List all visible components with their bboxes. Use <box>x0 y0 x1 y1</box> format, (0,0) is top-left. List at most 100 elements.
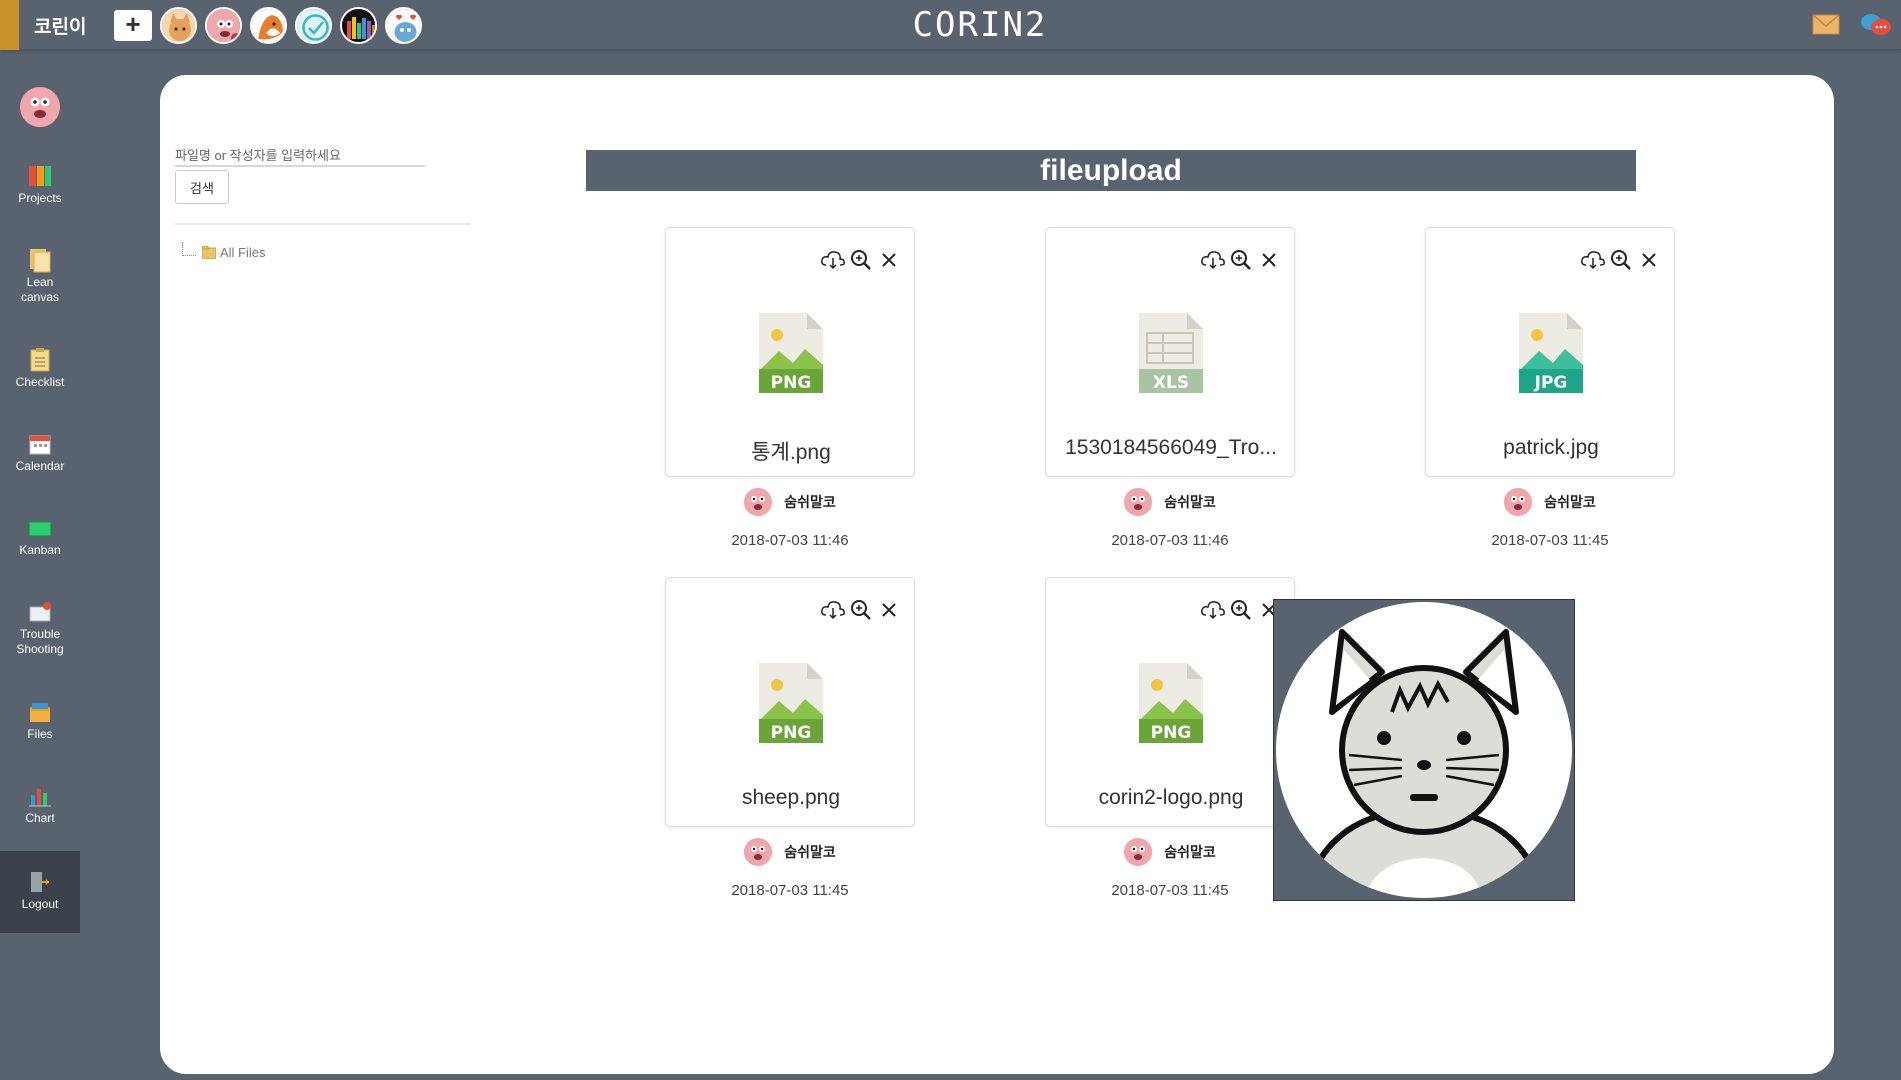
file-type-label: PNG <box>771 723 812 743</box>
image-preview[interactable] <box>1273 599 1575 901</box>
file-actions <box>820 248 902 272</box>
file-panel: 검색 All Files fileupload PNG 통계.png 숨쉬말코 … <box>160 75 1834 1074</box>
file-owner: 숨쉬말코 <box>665 488 915 516</box>
file-type-label: XLS <box>1153 373 1189 393</box>
file-actions <box>820 598 902 622</box>
member-avatar-list <box>160 7 422 44</box>
file-owner: 숨쉬말코 <box>665 838 915 866</box>
file-owner: 숨쉬말코 <box>1045 488 1295 516</box>
projects-icon <box>29 166 51 186</box>
zoom-in-icon[interactable] <box>848 598 874 622</box>
sidebar-item-checklist[interactable]: Checklist <box>0 347 80 390</box>
file-name[interactable]: 1530184566049_Tro... <box>1046 436 1296 460</box>
zoom-in-icon[interactable] <box>848 248 874 272</box>
zoom-in-icon[interactable] <box>1608 248 1634 272</box>
owner-avatar <box>744 838 773 866</box>
files-icon <box>30 703 50 722</box>
calendar-icon <box>29 435 51 455</box>
fox-avatar-icon[interactable] <box>250 7 287 44</box>
owner-name: 숨쉬말코 <box>1164 494 1216 510</box>
close-icon[interactable] <box>876 248 902 272</box>
tree-item-all-files[interactable]: All Files <box>182 241 266 260</box>
app-logo[interactable]: CORIN2 <box>905 4 1055 46</box>
close-icon[interactable] <box>876 598 902 622</box>
file-name[interactable]: patrick.jpg <box>1426 436 1676 460</box>
divider <box>175 223 471 225</box>
file-card[interactable]: JPG patrick.jpg <box>1425 227 1675 477</box>
lean-canvas-icon <box>30 249 51 273</box>
sidebar-item-projects[interactable]: Projects <box>0 163 80 206</box>
owner-avatar <box>1124 838 1153 866</box>
xls-file-icon: XLS <box>1139 313 1203 398</box>
sidebar-item-label: Checklist <box>15 375 65 389</box>
file-name[interactable]: 통계.png <box>666 436 916 466</box>
file-card[interactable]: PNG corin2-logo.png <box>1045 577 1295 827</box>
team-name[interactable]: 코린이 <box>34 12 86 39</box>
close-icon[interactable] <box>1636 248 1662 272</box>
tree-connector <box>182 241 196 256</box>
sidebar-item-calendar[interactable]: Calendar <box>0 431 80 474</box>
png-file-icon: PNG <box>759 313 823 398</box>
owner-avatar <box>1504 488 1533 516</box>
trouble-shooting-icon <box>29 602 51 622</box>
file-actions <box>1200 248 1282 272</box>
file-owner: 숨쉬말코 <box>1045 838 1295 866</box>
close-icon[interactable] <box>1256 248 1282 272</box>
download-icon[interactable] <box>820 248 846 272</box>
team-accent-strip <box>0 0 19 50</box>
cat-avatar-icon[interactable] <box>160 7 197 44</box>
file-name[interactable]: corin2-logo.png <box>1046 786 1296 810</box>
file-card[interactable]: PNG sheep.png <box>665 577 915 827</box>
download-icon[interactable] <box>1200 248 1226 272</box>
search-button[interactable]: 검색 <box>175 170 229 204</box>
tree-label: All Files <box>220 245 266 260</box>
file-date: 2018-07-03 11:45 <box>731 882 849 899</box>
patrick-avatar-icon[interactable] <box>205 7 242 44</box>
check-avatar-icon[interactable] <box>295 7 332 44</box>
user-avatar[interactable] <box>20 87 60 127</box>
download-icon[interactable] <box>1580 248 1606 272</box>
file-name[interactable]: sheep.png <box>666 786 916 810</box>
sidebar-item-trouble-shooting[interactable]: Trouble Shooting <box>0 599 80 657</box>
checklist-icon <box>30 348 50 372</box>
download-icon[interactable] <box>1200 598 1226 622</box>
sidebar-item-logout[interactable]: Logout <box>0 851 80 933</box>
owner-avatar <box>1124 488 1153 516</box>
jpg-file-icon: JPG <box>1519 313 1583 398</box>
download-icon[interactable] <box>820 598 846 622</box>
sidebar-item-lean-canvas[interactable]: Lean canvas <box>0 247 80 305</box>
owner-avatar <box>744 488 773 516</box>
file-card[interactable]: XLS 1530184566049_Tro... <box>1045 227 1295 477</box>
mail-icon[interactable] <box>1812 12 1840 36</box>
chat-icon[interactable] <box>1860 12 1892 38</box>
owner-name: 숨쉬말코 <box>1544 494 1596 510</box>
file-type-label: PNG <box>1151 723 1192 743</box>
zoom-in-icon[interactable] <box>1228 248 1254 272</box>
bars-avatar-icon[interactable] <box>340 7 377 44</box>
sidebar-item-files[interactable]: Files <box>0 699 80 742</box>
file-type-label: JPG <box>1534 373 1568 393</box>
file-actions <box>1580 248 1662 272</box>
sidebar-item-label: Kanban <box>19 543 61 557</box>
sidebar-item-label: Trouble Shooting <box>16 627 64 656</box>
sidebar-item-label: Chart <box>25 811 55 825</box>
owner-name: 숨쉬말코 <box>784 844 836 860</box>
sidebar: Projects Lean canvas Checklist Calendar … <box>0 51 80 1080</box>
sidebar-item-chart[interactable]: Chart <box>0 783 80 826</box>
kanban-icon <box>28 521 52 537</box>
file-card[interactable]: PNG 통계.png <box>665 227 915 477</box>
zoom-in-icon[interactable] <box>1228 598 1254 622</box>
folder-icon <box>202 246 216 259</box>
owner-name: 숨쉬말코 <box>1164 844 1216 860</box>
png-file-icon: PNG <box>759 663 823 748</box>
chart-icon <box>29 789 51 807</box>
sidebar-item-kanban[interactable]: Kanban <box>0 515 80 558</box>
add-member-button[interactable]: + <box>114 10 152 41</box>
png-file-icon: PNG <box>1139 663 1203 748</box>
search-input[interactable] <box>175 145 425 167</box>
file-date: 2018-07-03 11:45 <box>1491 532 1609 549</box>
cat-logo-image <box>1276 602 1572 898</box>
sidebar-item-label: Logout <box>21 897 59 911</box>
sidebar-item-label: Files <box>27 727 53 741</box>
blue-creature-avatar-icon[interactable] <box>385 7 422 44</box>
